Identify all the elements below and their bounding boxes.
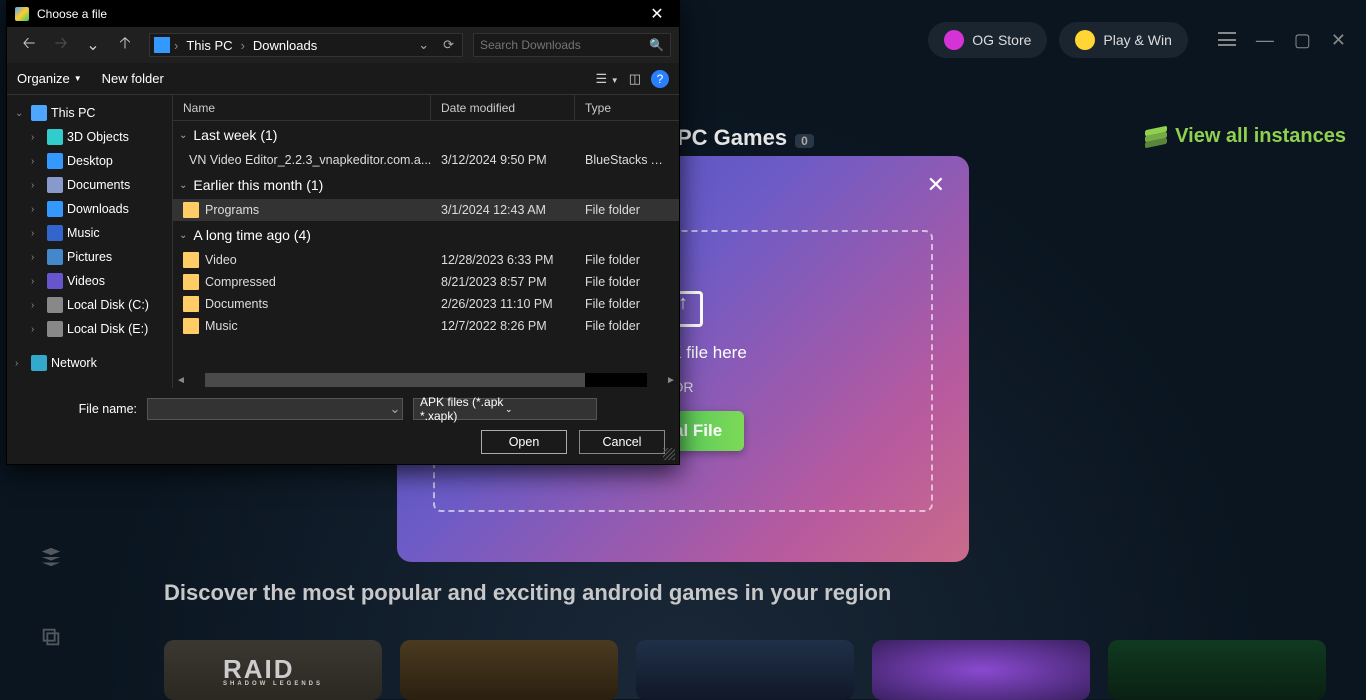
tree-item[interactable]: ›Documents	[7, 173, 172, 197]
dialog-titlebar: Choose a file ✕	[7, 1, 679, 27]
column-type[interactable]: Type	[575, 95, 679, 120]
view-mode-button[interactable]: ☰ ▼	[596, 71, 619, 87]
tree-item[interactable]: ›3D Objects	[7, 125, 172, 149]
game-card[interactable]	[400, 640, 618, 700]
close-button[interactable]: ✕	[1331, 30, 1346, 51]
instances-icon	[1145, 128, 1167, 146]
file-list-pane: Name Date modified Type ⌄Last week (1)VN…	[173, 95, 679, 388]
modal-close-button[interactable]: ✕	[927, 172, 945, 198]
help-button[interactable]: ?	[651, 70, 669, 88]
app-icon	[15, 7, 29, 21]
nav-back-button[interactable]: 🡠	[15, 32, 43, 59]
library-icon[interactable]	[38, 546, 64, 568]
dialog-title: Choose a file	[37, 7, 635, 21]
view-all-instances-link[interactable]: View all instances	[1145, 125, 1346, 148]
tree-item[interactable]: ›Pictures	[7, 245, 172, 269]
nav-bar: 🡠 🡢 ⌄ 🡡 › This PC › Downloads ⌄ ⟳ 🔍	[7, 27, 679, 63]
filename-input-wrap: ⌄	[147, 398, 403, 420]
tree-item[interactable]: ›Local Disk (E:)	[7, 317, 172, 341]
game-card[interactable]: RAIDSHADOW LEGENDS	[164, 640, 382, 700]
tree-item[interactable]: ⌄This PC	[7, 101, 172, 125]
copy-icon[interactable]	[38, 626, 64, 648]
file-group-header[interactable]: ⌄Last week (1)	[173, 121, 679, 149]
discover-heading: Discover the most popular and exciting a…	[164, 580, 891, 606]
file-group-header[interactable]: ⌄A long time ago (4)	[173, 221, 679, 249]
maximize-button[interactable]: ▢	[1294, 30, 1311, 51]
search-icon: 🔍	[649, 38, 664, 52]
dialog-close-button[interactable]: ✕	[643, 4, 671, 24]
pc-games-heading: PC Games0	[677, 125, 814, 151]
tree-item[interactable]: ›Downloads	[7, 197, 172, 221]
new-folder-button[interactable]: New folder	[102, 71, 164, 86]
game-cards-row: RAIDSHADOW LEGENDS	[164, 640, 1326, 700]
left-sidebar	[38, 546, 64, 648]
file-row[interactable]: Documents2/26/2023 11:10 PMFile folder	[173, 293, 679, 315]
dialog-footer: File name: ⌄ APK files (*.apk *.xapk) ⌄ …	[7, 388, 679, 464]
file-chooser-dialog: Choose a file ✕ 🡠 🡢 ⌄ 🡡 › This PC › Down…	[6, 0, 680, 465]
tree-item[interactable]: ›Music	[7, 221, 172, 245]
refresh-button[interactable]: ⟳	[439, 37, 458, 53]
og-store-icon	[944, 30, 964, 50]
og-store-button[interactable]: OG Store	[928, 22, 1047, 58]
play-win-button[interactable]: Play & Win	[1059, 22, 1187, 58]
og-store-label: OG Store	[972, 32, 1031, 48]
pc-games-count: 0	[795, 134, 814, 148]
dialog-body: ⌄This PC›3D Objects›Desktop›Documents›Do…	[7, 95, 679, 388]
column-date[interactable]: Date modified	[431, 95, 575, 120]
search-box[interactable]: 🔍	[473, 33, 671, 57]
file-row[interactable]: Programs3/1/2024 12:43 AMFile folder	[173, 199, 679, 221]
scrollbar-thumb[interactable]	[205, 373, 585, 387]
tree-item[interactable]: ›Network	[7, 351, 172, 375]
hamburger-icon	[1218, 32, 1236, 46]
game-card[interactable]	[636, 640, 854, 700]
app-topbar: OG Store Play & Win — ▢ ✕	[928, 0, 1366, 80]
cancel-button[interactable]: Cancel	[579, 430, 665, 454]
game-card[interactable]	[872, 640, 1090, 700]
nav-recent-button[interactable]: ⌄	[79, 35, 107, 55]
folder-tree[interactable]: ⌄This PC›3D Objects›Desktop›Documents›Do…	[7, 95, 173, 388]
path-segment-downloads[interactable]: Downloads	[249, 38, 321, 53]
file-row[interactable]: Music12/7/2022 8:26 PMFile folder	[173, 315, 679, 337]
file-group-header[interactable]: ⌄Earlier this month (1)	[173, 171, 679, 199]
nav-forward-button[interactable]: 🡢	[47, 32, 75, 59]
filename-label: File name:	[21, 402, 137, 416]
filename-history-button[interactable]: ⌄	[388, 401, 402, 417]
window-controls: — ▢ ✕	[1218, 30, 1346, 51]
filetype-select[interactable]: APK files (*.apk *.xapk) ⌄	[413, 398, 597, 420]
column-name[interactable]: Name	[173, 95, 431, 120]
file-list[interactable]: ⌄Last week (1)VN Video Editor_2.2.3_vnap…	[173, 121, 679, 372]
tree-item[interactable]: ›Videos	[7, 269, 172, 293]
filename-input[interactable]	[148, 402, 388, 417]
horizontal-scrollbar[interactable]: ◄ ►	[173, 372, 679, 388]
file-row[interactable]: VN Video Editor_2.2.3_vnapkeditor.com.a.…	[173, 149, 679, 171]
toolbar: Organize ▼ New folder ☰ ▼ ◫ ?	[7, 63, 679, 95]
tree-item[interactable]: ›Local Disk (C:)	[7, 293, 172, 317]
organize-button[interactable]: Organize ▼	[17, 71, 82, 86]
path-segment-thispc[interactable]: This PC	[182, 38, 236, 53]
resize-grip[interactable]	[663, 448, 675, 460]
nav-up-button[interactable]: 🡡	[111, 32, 139, 59]
menu-button[interactable]	[1218, 30, 1236, 51]
open-button[interactable]: Open	[481, 430, 567, 454]
column-headers: Name Date modified Type	[173, 95, 679, 121]
downloads-icon	[154, 37, 170, 53]
file-row[interactable]: Compressed8/21/2023 8:57 PMFile folder	[173, 271, 679, 293]
play-win-label: Play & Win	[1103, 32, 1171, 48]
minimize-button[interactable]: —	[1256, 30, 1274, 51]
tree-item[interactable]: ›Desktop	[7, 149, 172, 173]
play-win-icon	[1075, 30, 1095, 50]
game-card[interactable]	[1108, 640, 1326, 700]
preview-pane-button[interactable]: ◫	[629, 71, 641, 87]
path-history-button[interactable]: ⌄	[414, 37, 433, 53]
search-input[interactable]	[480, 38, 649, 52]
file-row[interactable]: Video12/28/2023 6:33 PMFile folder	[173, 249, 679, 271]
address-bar[interactable]: › This PC › Downloads ⌄ ⟳	[149, 33, 463, 57]
